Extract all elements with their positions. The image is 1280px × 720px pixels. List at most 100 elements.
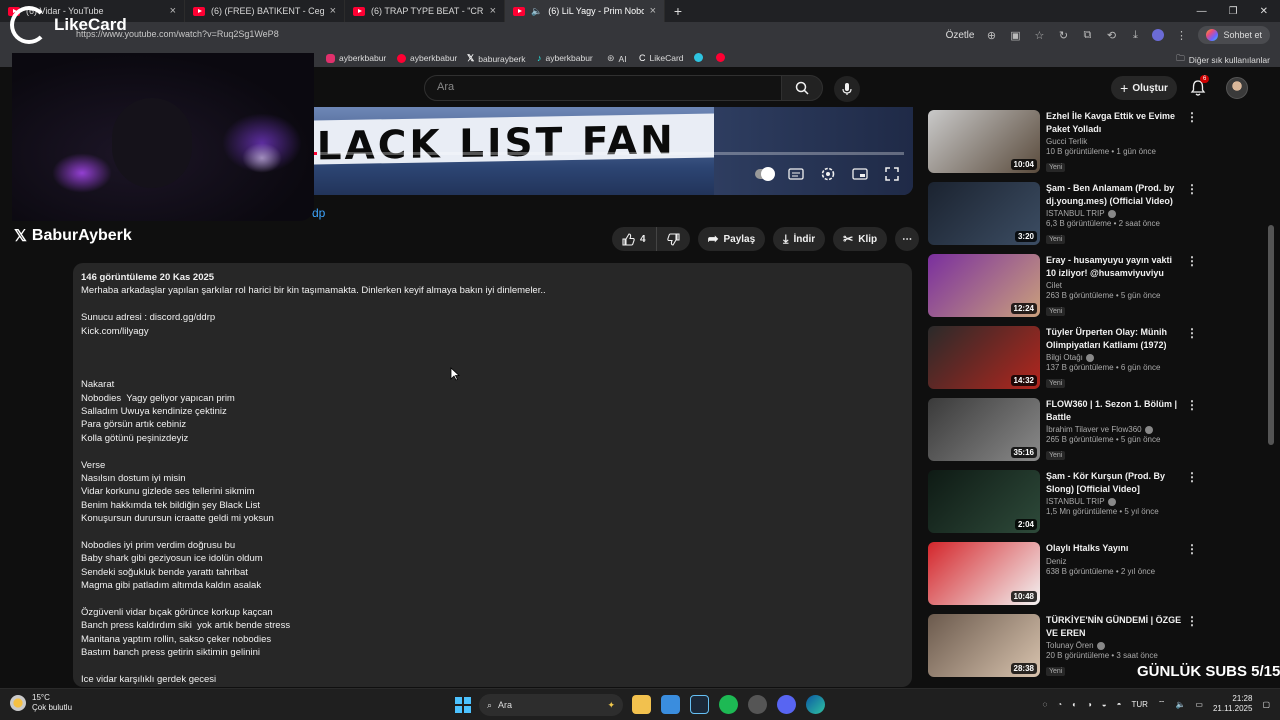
apps-icon[interactable]: ▣ — [1008, 28, 1022, 42]
windows-start-icon[interactable] — [455, 697, 471, 713]
other-bookmarks[interactable]: 🗀 Diğer sık kullanılanlar — [1176, 53, 1270, 67]
channel-name[interactable]: ISTANBUL TRIP — [1046, 497, 1184, 506]
recommended-video[interactable]: 14:32 Tüyler Ürperten Olay: Münih Olimpiy… — [928, 326, 1208, 398]
more-options-icon[interactable]: ⋮ — [1186, 471, 1198, 483]
video-thumbnail[interactable]: 2:04 — [928, 470, 1040, 533]
video-title[interactable]: Eray - husamyuyu yayın vakti 10 izliyor!… — [1046, 254, 1184, 279]
tray-icon[interactable]: ◐ — [1072, 700, 1077, 709]
bookmark-item[interactable]: ayberkbabur — [397, 53, 457, 63]
video-thumbnail[interactable]: 28:38 — [928, 614, 1040, 677]
recommended-video[interactable]: 3:20 Şam - Ben Anlamam (Prod. by dj.young… — [928, 182, 1208, 254]
avatar[interactable] — [1226, 77, 1248, 99]
video-title[interactable]: Şam - Kör Kurşun (Prod. By Slong) [Offic… — [1046, 470, 1184, 495]
speaker-icon[interactable]: 🔈 — [531, 6, 542, 17]
bookmark-item[interactable]: ⊛ AI — [607, 53, 627, 64]
video-thumbnail[interactable]: 3:20 — [928, 182, 1040, 245]
captions-icon[interactable] — [787, 167, 805, 181]
create-button[interactable]: + Oluştur — [1111, 76, 1177, 100]
more-options-icon[interactable]: ⋮ — [1186, 255, 1198, 267]
bookmark-cloud[interactable] — [694, 53, 703, 62]
close-icon[interactable]: × — [330, 5, 336, 17]
autoplay-toggle[interactable] — [755, 167, 775, 181]
voice-search-button[interactable] — [834, 76, 860, 102]
like-button[interactable]: 4 — [612, 227, 657, 251]
recommended-video[interactable]: 35:16 FLOW360 | 1. Sezon 1. Bölüm | Battl… — [928, 398, 1208, 470]
more-options-icon[interactable]: ⋮ — [1186, 111, 1198, 123]
video-thumbnail[interactable]: 10:48 — [928, 542, 1040, 605]
recommended-video[interactable]: 10:48 Olaylı Htalks Yayını Deniz 638 B görü… — [928, 542, 1208, 614]
recommended-video[interactable]: 2:04 Şam - Kör Kurşun (Prod. By Slong) [O… — [928, 470, 1208, 542]
new-tab-button[interactable]: + — [665, 0, 691, 22]
video-title[interactable]: Tüyler Ürperten Olay: Münih Olimpiyatlar… — [1046, 326, 1184, 351]
close-icon[interactable]: × — [650, 5, 656, 17]
clock[interactable]: 21:28 21.11.2025 — [1213, 694, 1252, 714]
maximize-icon[interactable]: ❐ — [1229, 6, 1238, 17]
more-options-icon[interactable]: ⋮ — [1186, 399, 1198, 411]
more-options-icon[interactable]: ⋮ — [1186, 615, 1198, 627]
edge-icon[interactable] — [806, 695, 825, 714]
menu-icon[interactable]: ⋮ — [1174, 28, 1188, 42]
wifi-icon[interactable]: ⌔ — [1158, 699, 1166, 709]
channel-name[interactable]: İbrahim Tilaver ve Flow360 — [1046, 425, 1184, 434]
more-options-icon[interactable]: ⋮ — [1186, 543, 1198, 555]
channel-name[interactable]: Bilgi Otağı — [1046, 353, 1184, 362]
steam-icon[interactable] — [690, 695, 709, 714]
settings-icon[interactable] — [819, 167, 837, 181]
taskbar-search[interactable]: ⌕ Ara ✦ — [479, 694, 623, 716]
bookmark-item[interactable]: ayberkbabur — [326, 53, 386, 63]
weather-widget[interactable]: 15°C Çok bulutlu — [10, 693, 72, 713]
photos-icon[interactable] — [661, 695, 680, 714]
tray-icon[interactable]: ◔ — [1057, 700, 1062, 709]
extensions-icon[interactable]: ⧉ — [1080, 28, 1094, 42]
summarize-button[interactable]: Özetle — [946, 30, 975, 41]
tray-icon[interactable]: ◒ — [1102, 700, 1107, 709]
download-icon[interactable]: ⤓ — [1128, 28, 1142, 42]
channel-name[interactable]: Gucci Terlik — [1046, 137, 1184, 146]
more-actions-button[interactable]: ⋯ — [895, 227, 920, 251]
video-thumbnail[interactable]: 12:24 — [928, 254, 1040, 317]
close-icon[interactable]: × — [170, 5, 176, 17]
description-box[interactable]: 146 görüntüleme 20 Kas 2025 Merhaba arka… — [73, 263, 912, 687]
recommended-video[interactable]: 12:24 Eray - husamyuyu yayın vakti 10 izl… — [928, 254, 1208, 326]
tray-icon[interactable]: ◑ — [1087, 700, 1092, 709]
browser-tab-3[interactable]: 🔈 (6) LiL Yagy - Prim Nobodies × — [505, 0, 665, 22]
app-icon[interactable] — [748, 695, 767, 714]
video-title[interactable]: Olaylı Htalks Yayını — [1046, 542, 1184, 555]
fullscreen-icon[interactable] — [883, 167, 901, 181]
bookmark-item[interactable]: 𝕏 baburayberk — [467, 53, 526, 64]
battery-icon[interactable]: ▭ — [1195, 700, 1203, 709]
star-icon[interactable]: ☆ — [1032, 28, 1046, 42]
notifications-icon[interactable]: ▢ — [1262, 700, 1270, 709]
video-thumbnail[interactable]: 10:04 — [928, 110, 1040, 173]
miniplayer-icon[interactable] — [851, 167, 869, 181]
language-indicator[interactable]: TUR — [1131, 700, 1147, 709]
video-title[interactable]: Ezhel İle Kavga Ettik ve Evime Paket Yol… — [1046, 110, 1184, 135]
channel-name[interactable]: ISTANBUL TRIP — [1046, 209, 1184, 218]
tray-icon[interactable]: ◌ — [1042, 700, 1047, 709]
video-title[interactable]: FLOW360 | 1. Sezon 1. Bölüm | Battle — [1046, 398, 1184, 423]
close-icon[interactable]: × — [490, 5, 496, 17]
video-thumbnail[interactable]: 14:32 — [928, 326, 1040, 389]
more-options-icon[interactable]: ⋮ — [1186, 183, 1198, 195]
channel-name[interactable]: Cilet — [1046, 281, 1184, 290]
bookmark-item[interactable]: C LikeCard — [639, 53, 684, 63]
close-window-icon[interactable]: ✕ — [1260, 6, 1268, 17]
history-icon[interactable]: ⟲ — [1104, 28, 1118, 42]
volume-icon[interactable]: 🔈 — [1175, 700, 1185, 709]
channel-name[interactable]: Tolunay Ören — [1046, 641, 1184, 650]
video-title[interactable]: TÜRKİYE'NİN GÜNDEMİ | ÖZGE VE EREN — [1046, 614, 1184, 639]
browser-tab-2[interactable]: (6) TRAP TYPE BEAT - "CREED" | F × — [345, 0, 505, 22]
video-player[interactable]: BLACK LIST FAN — [314, 107, 913, 195]
file-explorer-icon[interactable] — [632, 695, 651, 714]
tray-icon[interactable]: ◓ — [1117, 700, 1122, 709]
refresh-icon[interactable]: ↻ — [1056, 28, 1070, 42]
video-thumbnail[interactable]: 35:16 — [928, 398, 1040, 461]
bookmark-item[interactable]: ♪ ayberkbabur — [537, 53, 593, 63]
more-options-icon[interactable]: ⋮ — [1186, 327, 1198, 339]
profile-icon[interactable] — [1152, 29, 1165, 41]
spotify-icon[interactable] — [719, 695, 738, 714]
download-button[interactable]: ⤓ İndir — [773, 227, 826, 251]
scrollbar[interactable] — [1268, 225, 1274, 445]
search-button[interactable] — [781, 75, 823, 101]
share-button[interactable]: ➦ Paylaş — [697, 227, 766, 251]
